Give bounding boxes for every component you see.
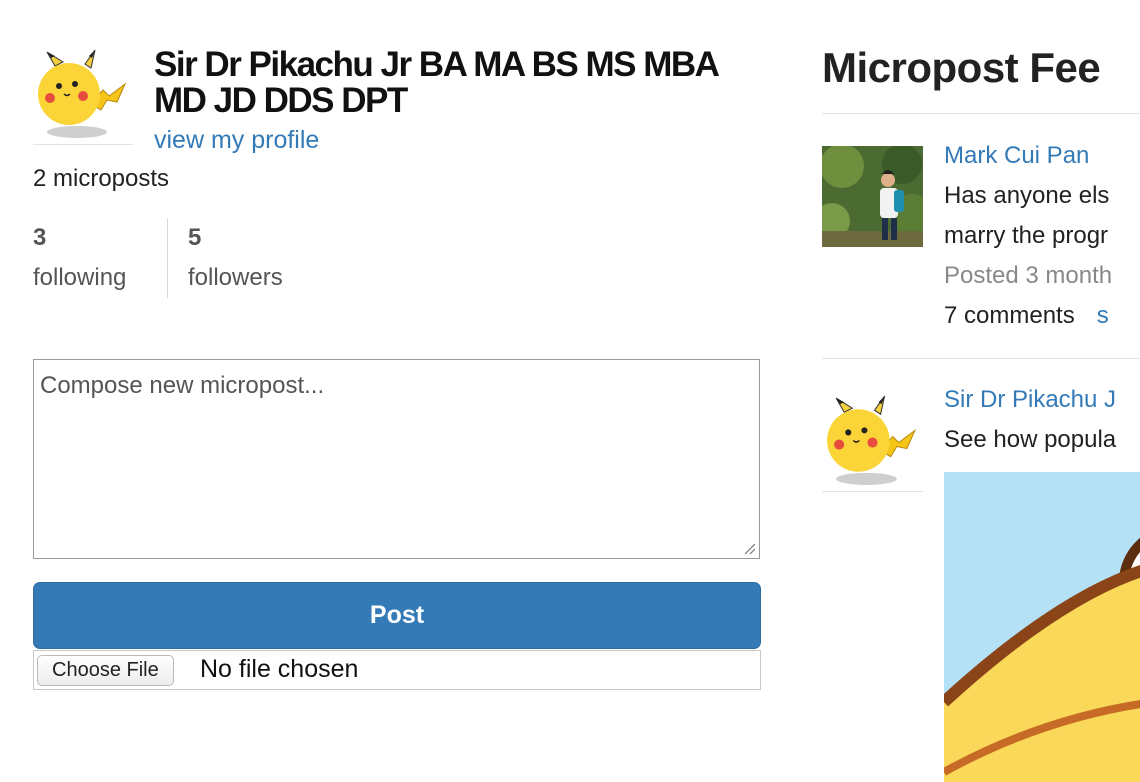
feed-action-link[interactable]: s [1097, 302, 1109, 329]
resize-grip-icon[interactable] [742, 541, 756, 555]
feed-item: Mark Cui Pan Has anyone els marry the pr… [814, 136, 1140, 358]
view-profile-link[interactable]: view my profile [154, 126, 319, 155]
user-photo[interactable] [814, 144, 934, 247]
feed-content-line: marry the progr [944, 222, 1109, 249]
file-status: No file chosen [200, 655, 359, 683]
feed-author-link[interactable]: Mark Cui Pan [944, 142, 1089, 169]
feed-comments-count: 7 comments [944, 302, 1075, 329]
followers-stat[interactable]: 5 followers [188, 218, 283, 298]
user-name: Sir Dr Pikachu Jr BA MA BS MS MBA MD JD … [154, 45, 719, 120]
following-label: following [33, 264, 127, 291]
followers-count: 5 [188, 224, 202, 251]
pikachu-avatar[interactable] [822, 390, 923, 492]
micropost-count: 2 microposts [33, 165, 170, 192]
followers-label: followers [188, 264, 283, 291]
file-input: Choose File No file chosen [33, 650, 761, 690]
feed-item-divider [822, 358, 1140, 359]
compose-micropost-input[interactable] [33, 359, 760, 559]
feed-item: Sir Dr Pikachu J See how popula [822, 380, 1140, 782]
feed-author-link[interactable]: Sir Dr Pikachu J [944, 386, 1116, 413]
following-stat[interactable]: 3 following [33, 218, 168, 298]
feed-title: Micropost Fee [822, 44, 1101, 91]
feed-content-line: Has anyone els [944, 182, 1110, 209]
choose-file-button[interactable]: Choose File [37, 655, 174, 686]
pikachu-avatar[interactable] [33, 44, 133, 145]
feed-content-line: See how popula [944, 426, 1117, 453]
post-button[interactable]: Post [33, 582, 761, 649]
feed-timestamp: Posted 3 month [944, 262, 1113, 289]
following-count: 3 [33, 224, 47, 251]
feed-divider [822, 113, 1140, 114]
micropost-image[interactable] [944, 472, 1140, 782]
